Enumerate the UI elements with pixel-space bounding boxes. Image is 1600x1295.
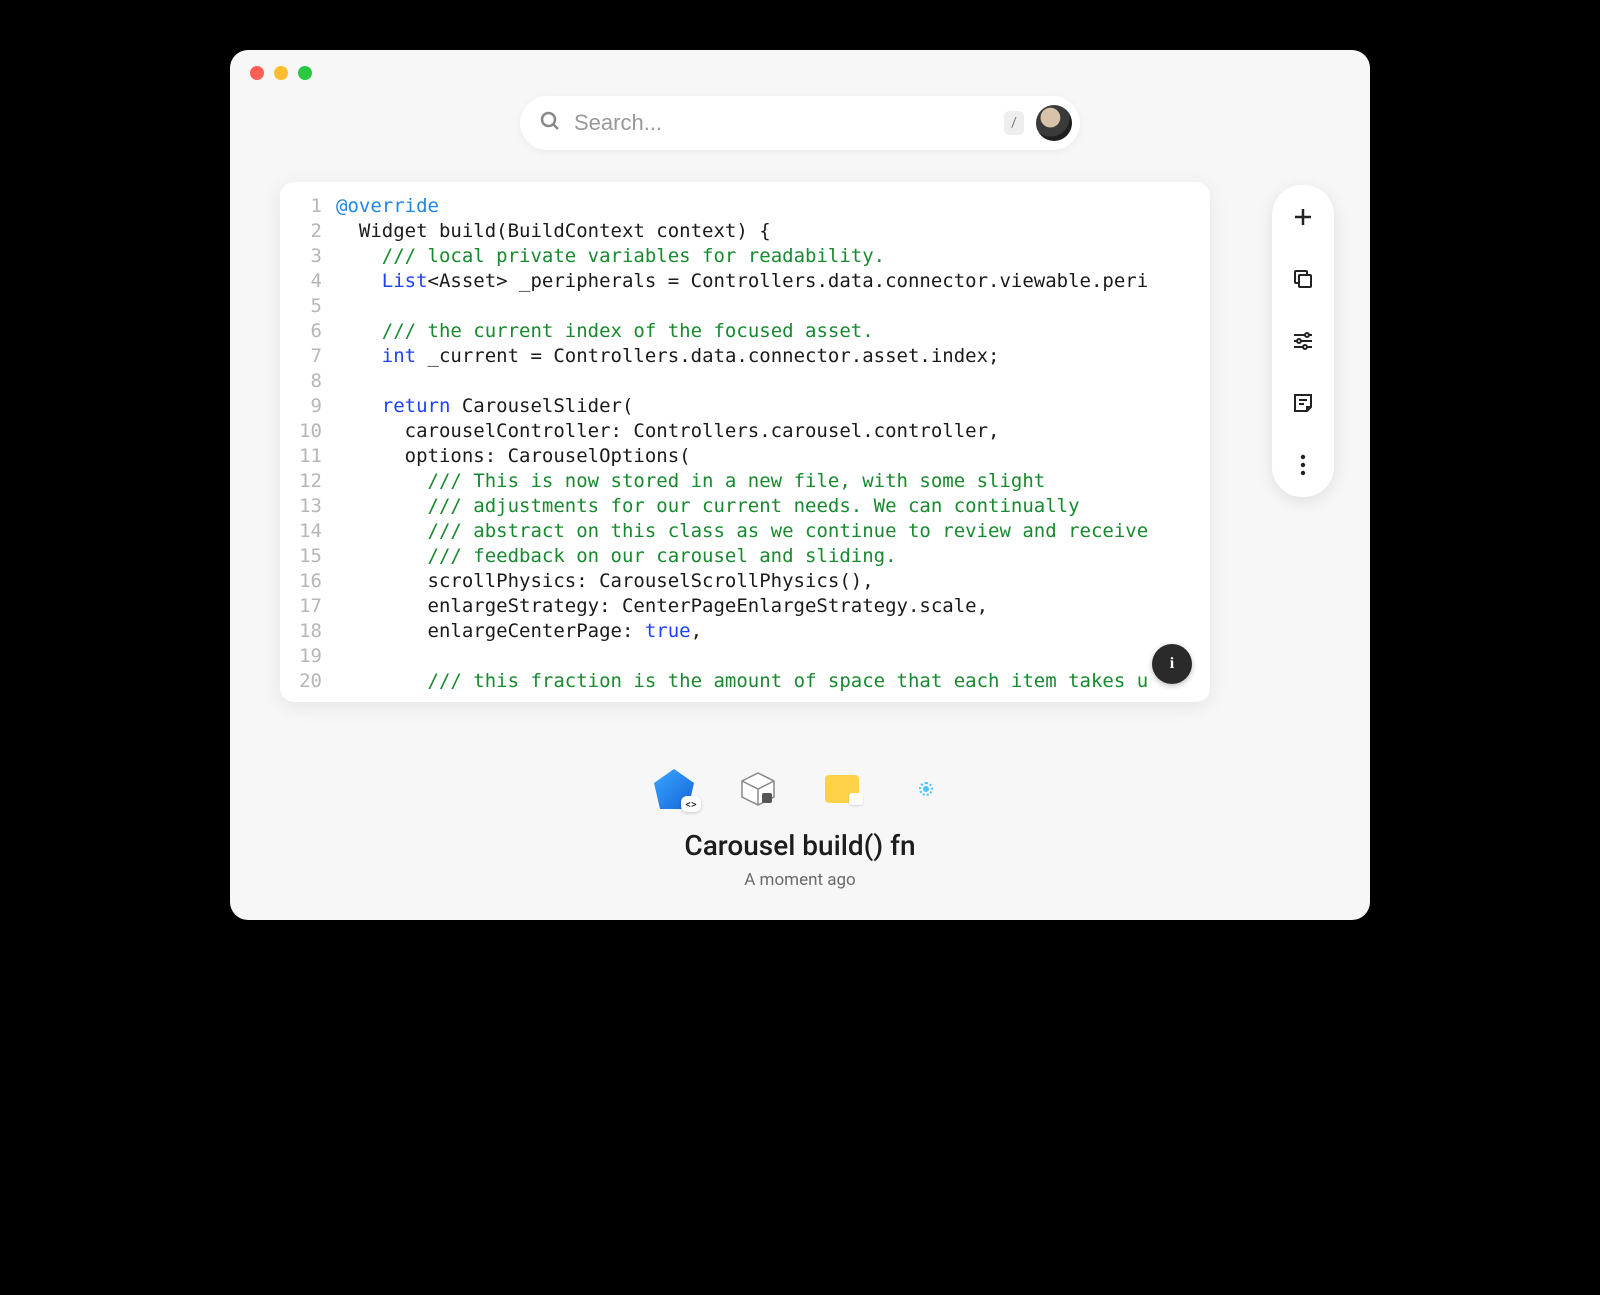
note-button[interactable] [1289,389,1317,417]
line-number: 19 [280,644,336,669]
note-tag-icon[interactable] [821,768,863,810]
code-text: int _current = Controllers.data.connecto… [336,344,999,369]
code-text: @override [336,194,439,219]
line-number: 20 [280,669,336,694]
line-number: 16 [280,569,336,594]
package-icon[interactable] [737,768,779,810]
code-line: 20 /// this fraction is the amount of sp… [280,669,1210,694]
code-content[interactable]: 1@override2 Widget build(BuildContext co… [280,182,1210,702]
code-text: /// the current index of the focused ass… [336,319,874,344]
line-number: 8 [280,369,336,394]
code-line: 17 enlargeStrategy: CenterPageEnlargeStr… [280,594,1210,619]
snippet-timestamp: A moment ago [230,870,1370,890]
line-number: 1 [280,194,336,219]
line-number: 9 [280,394,336,419]
line-number: 15 [280,544,336,569]
code-line: 7 int _current = Controllers.data.connec… [280,344,1210,369]
code-line: 14 /// abstract on this class as we cont… [280,519,1210,544]
snippet-title: Carousel build() fn [230,829,1370,862]
search-icon [538,109,562,137]
code-text: enlargeStrategy: CenterPageEnlargeStrate… [336,594,988,619]
code-text: Widget build(BuildContext context) { [336,219,771,244]
action-sidebar [1272,185,1334,497]
line-number: 3 [280,244,336,269]
close-window-button[interactable] [250,66,264,80]
line-number: 17 [280,594,336,619]
line-number: 18 [280,619,336,644]
code-text: /// this fraction is the amount of space… [336,669,1148,694]
code-text: carouselController: Controllers.carousel… [336,419,999,444]
code-line: 19 [280,644,1210,669]
line-number: 6 [280,319,336,344]
code-line: 4 List<Asset> _peripherals = Controllers… [280,269,1210,294]
code-line: 13 /// adjustments for our current needs… [280,494,1210,519]
code-line: 1@override [280,194,1210,219]
code-text: return CarouselSlider( [336,394,633,419]
line-number: 14 [280,519,336,544]
code-text: /// This is now stored in a new file, wi… [336,469,1045,494]
snippet-tags: <> [653,768,947,810]
code-snippet-card: 1@override2 Widget build(BuildContext co… [280,182,1210,702]
code-text: scrollPhysics: CarouselScrollPhysics(), [336,569,874,594]
code-line: 16 scrollPhysics: CarouselScrollPhysics(… [280,569,1210,594]
code-line: 15 /// feedback on our carousel and slid… [280,544,1210,569]
code-line: 6 /// the current index of the focused a… [280,319,1210,344]
code-text: options: CarouselOptions( [336,444,691,469]
code-line: 11 options: CarouselOptions( [280,444,1210,469]
code-line: 12 /// This is now stored in a new file,… [280,469,1210,494]
line-number: 11 [280,444,336,469]
code-text: /// local private variables for readabil… [336,244,885,269]
code-line: 2 Widget build(BuildContext context) { [280,219,1210,244]
code-line: 9 return CarouselSlider( [280,394,1210,419]
line-number: 5 [280,294,336,319]
line-number: 13 [280,494,336,519]
user-avatar[interactable] [1036,105,1072,141]
maximize-window-button[interactable] [298,66,312,80]
line-number: 10 [280,419,336,444]
line-number: 2 [280,219,336,244]
code-line: 10 carouselController: Controllers.carou… [280,419,1210,444]
code-line: 5 [280,294,1210,319]
add-button[interactable] [1289,203,1317,231]
window-controls [250,66,312,80]
line-number: 7 [280,344,336,369]
line-number: 12 [280,469,336,494]
misc-tag-icon[interactable] [905,768,947,810]
info-button[interactable]: i [1152,644,1192,684]
code-line: 8 [280,369,1210,394]
dart-language-icon[interactable]: <> [653,768,695,810]
minimize-window-button[interactable] [274,66,288,80]
code-line: 18 enlargeCenterPage: true, [280,619,1210,644]
code-text: /// feedback on our carousel and sliding… [336,544,897,569]
tune-button[interactable] [1289,327,1317,355]
code-line: 3 /// local private variables for readab… [280,244,1210,269]
search-bar[interactable]: / [520,96,1080,150]
code-text: /// abstract on this class as we continu… [336,519,1148,544]
more-button[interactable] [1289,451,1317,479]
search-input[interactable] [574,110,992,136]
code-text: enlargeCenterPage: true, [336,619,702,644]
search-shortcut-hint: / [1004,111,1024,135]
copy-button[interactable] [1289,265,1317,293]
app-window: / 1@override2 Widget build(BuildContext … [230,50,1370,920]
line-number: 4 [280,269,336,294]
code-text: /// adjustments for our current needs. W… [336,494,1080,519]
code-text: List<Asset> _peripherals = Controllers.d… [336,269,1148,294]
